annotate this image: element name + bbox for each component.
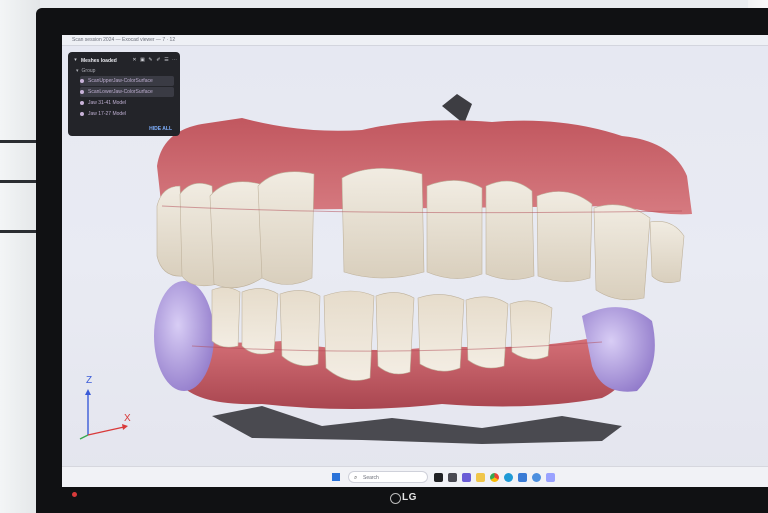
taskbar-search[interactable]: ⌕ Search [348, 471, 428, 483]
mesh-panel-title: Meshes loaded [81, 57, 117, 64]
folder-icon[interactable]: ▣ [140, 58, 145, 63]
monitor-brand: LG [402, 492, 417, 503]
browser-icon[interactable] [490, 473, 499, 482]
window-title: Scan session 2024 — Exocad viewer — 7 · … [72, 37, 176, 43]
window-titlebar: Scan session 2024 — Exocad viewer — 7 · … [62, 35, 768, 46]
close-icon[interactable]: ✕ [132, 58, 137, 63]
taskbar: ⌕ Search [62, 466, 768, 487]
eye-icon[interactable] [80, 101, 84, 105]
mesh-item[interactable]: Jaw 31-41 Model [80, 98, 174, 108]
collapse-icon[interactable]: ▾ [73, 58, 78, 63]
mesh-group-label: Group [81, 68, 96, 74]
mesh-item[interactable]: ScanLowerJaw-ColorSurface [80, 87, 174, 97]
mesh-group[interactable]: ▾ Group [76, 67, 176, 75]
folder-icon[interactable] [476, 473, 485, 482]
windows-start-icon[interactable] [332, 473, 340, 481]
axis-z-label: Z [86, 375, 93, 386]
edit-icon[interactable]: ✐ [156, 58, 161, 63]
file-explorer-icon[interactable] [434, 473, 443, 482]
taskview-icon[interactable] [448, 473, 457, 482]
edge-icon[interactable] [504, 473, 513, 482]
eye-icon[interactable] [80, 79, 84, 83]
window-background [0, 0, 40, 513]
eye-icon[interactable] [80, 90, 84, 94]
eye-icon[interactable] [80, 112, 84, 116]
more-icon[interactable]: ⋯ [172, 58, 177, 63]
axis-x-label: X [124, 413, 131, 424]
app-icon[interactable] [532, 473, 541, 482]
mesh-panel-header: ▾ Meshes loaded ✕ ▣ ✎ ✐ ☰ ⋯ [73, 56, 177, 65]
chat-icon[interactable] [462, 473, 471, 482]
screen: Scan session 2024 — Exocad viewer — 7 · … [62, 35, 768, 487]
search-placeholder: Search [363, 475, 379, 481]
list-icon[interactable]: ☰ [164, 58, 169, 63]
mesh-panel: ▾ Meshes loaded ✕ ▣ ✎ ✐ ☰ ⋯ ▾ Group Scan… [68, 52, 180, 136]
axis-gizmo: Z X [76, 375, 136, 445]
hide-all-button[interactable]: HIDE ALL [149, 126, 172, 132]
search-icon: ⌕ [354, 475, 358, 481]
chevron-down-icon[interactable]: ▾ [76, 68, 79, 74]
power-led-icon [72, 492, 77, 497]
lg-logo-icon [390, 493, 401, 504]
mesh-item[interactable]: Jaw 17-27 Model [80, 109, 174, 119]
mesh-item[interactable]: ScanUpperJaw-ColorSurface [80, 76, 174, 86]
app-icon[interactable] [546, 473, 555, 482]
app-icon[interactable] [518, 473, 527, 482]
wrench-icon[interactable]: ✎ [148, 58, 153, 63]
